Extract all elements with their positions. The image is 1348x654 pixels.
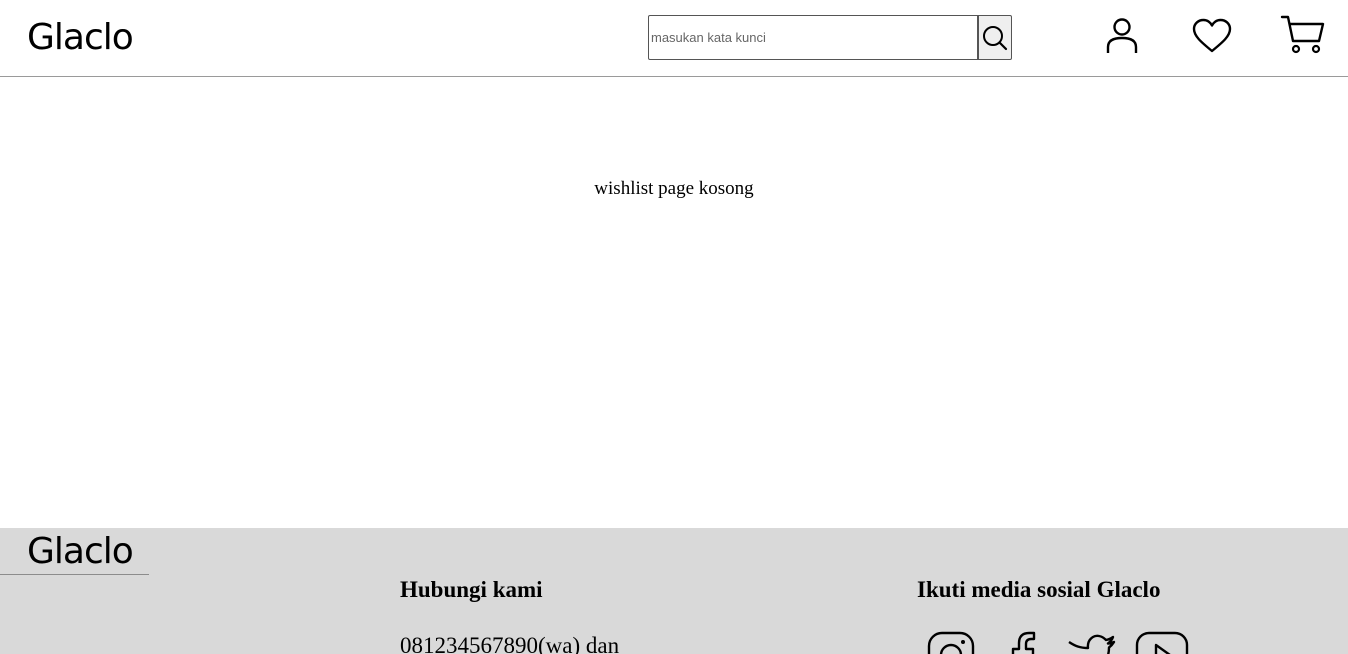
cart-button[interactable]	[1279, 12, 1327, 58]
logo[interactable]: Glaclo	[27, 16, 134, 60]
site-footer: Glaclo Hubungi kami 081234567890(wa) dan…	[0, 528, 1348, 654]
account-button[interactable]	[1100, 14, 1144, 58]
user-icon	[1106, 18, 1138, 53]
empty-wishlist-message: wishlist page kosong	[594, 178, 754, 199]
facebook-link[interactable]	[987, 630, 1057, 654]
contact-text: 081234567890(wa) dan	[400, 633, 620, 654]
wishlist-button[interactable]	[1189, 14, 1235, 58]
instagram-link[interactable]	[917, 630, 987, 654]
cart-icon	[1280, 15, 1325, 54]
social-icons	[917, 630, 1197, 654]
footer-logo[interactable]: Glaclo	[27, 531, 134, 573]
footer-divider	[0, 574, 149, 575]
twitter-link[interactable]	[1057, 630, 1127, 654]
youtube-link[interactable]	[1127, 630, 1197, 654]
search-button[interactable]	[978, 15, 1012, 60]
search-icon	[983, 25, 1008, 50]
facebook-icon	[1011, 631, 1036, 654]
heart-icon	[1192, 18, 1232, 53]
site-header: Glaclo	[0, 0, 1348, 77]
search-input[interactable]	[648, 15, 978, 60]
social-heading: Ikuti media sosial Glaclo	[917, 577, 1161, 602]
instagram-icon	[927, 631, 975, 654]
youtube-icon	[1135, 631, 1189, 654]
twitter-icon	[1068, 634, 1116, 654]
contact-heading: Hubungi kami	[400, 577, 543, 602]
